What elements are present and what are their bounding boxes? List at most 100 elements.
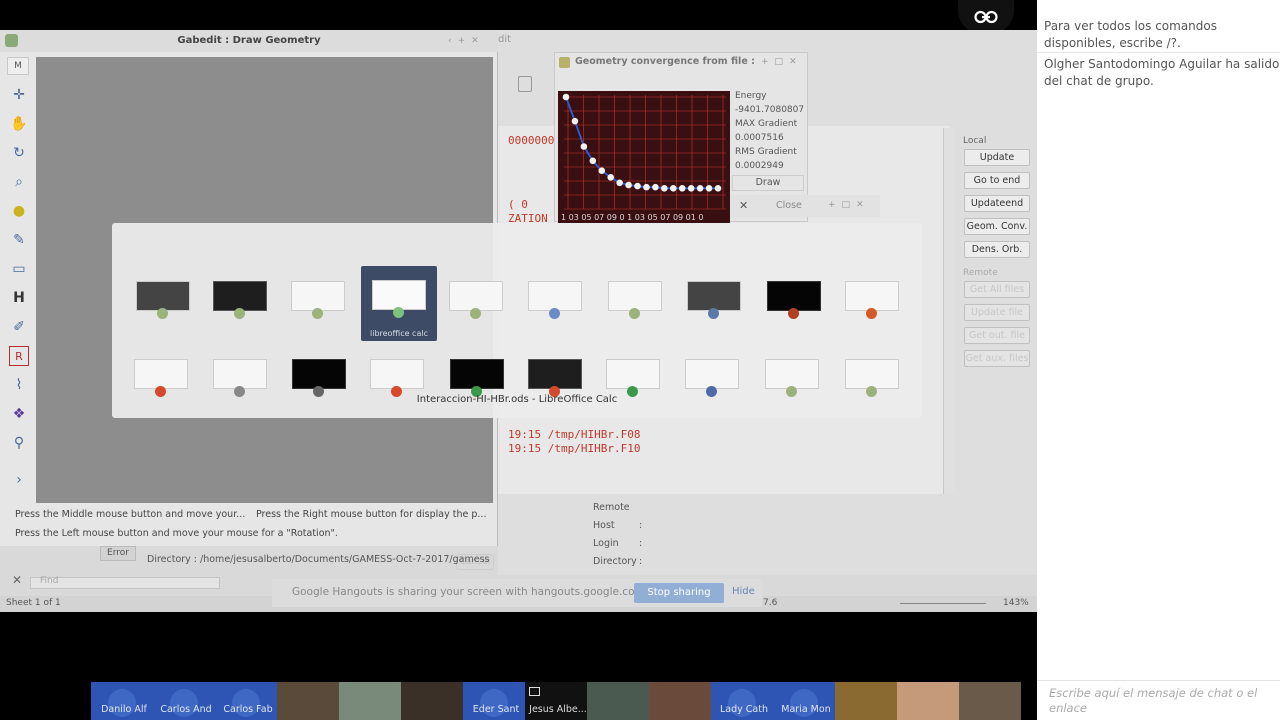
participant-tile[interactable] xyxy=(897,682,959,720)
local-button-updateend[interactable]: Updateend xyxy=(964,195,1030,212)
brush-icon[interactable]: ⌇ xyxy=(9,375,29,395)
stop-sharing-button[interactable]: Stop sharing xyxy=(634,583,724,603)
participant-tile[interactable] xyxy=(835,682,897,720)
window-thumbnail[interactable] xyxy=(370,359,424,389)
app-badge-icon xyxy=(866,308,877,319)
copy-link-button[interactable] xyxy=(958,0,1014,34)
local-button-go-to-end[interactable]: Go to end xyxy=(964,172,1030,189)
close-icon[interactable]: ✕ xyxy=(471,36,479,46)
minimize-icon[interactable]: ‹ xyxy=(448,36,452,46)
error-tab[interactable]: Error xyxy=(100,546,136,561)
convergence-point xyxy=(714,185,722,192)
pencil-icon[interactable]: ✎ xyxy=(9,230,29,250)
convergence-point xyxy=(696,185,704,192)
window-thumbnail[interactable] xyxy=(528,281,582,311)
job-control-panel: Local Update Go to end Updateend Geom. Conv… xyxy=(960,130,1034,490)
menu-button[interactable]: M xyxy=(7,57,29,75)
window-thumbnail[interactable] xyxy=(608,281,662,311)
local-button-update[interactable]: Update xyxy=(964,149,1030,166)
window-thumbnail[interactable] xyxy=(292,359,346,389)
window-title-fragment: dit xyxy=(498,34,512,45)
maximize-icon[interactable]: + xyxy=(458,36,466,46)
participant-tile[interactable]: Carlos Fab xyxy=(215,682,277,720)
close-icon[interactable]: ✕ xyxy=(789,57,797,67)
window-thumbnail[interactable] xyxy=(687,281,741,311)
window-controls: ‹ + ✕ xyxy=(448,36,479,46)
gabedit-app-icon xyxy=(5,34,18,47)
remote-button-get-all-files[interactable]: Get All files xyxy=(964,281,1030,298)
local-button-geom-conv[interactable]: Geom. Conv. xyxy=(964,218,1030,235)
find-placeholder: Find xyxy=(40,576,59,586)
close-x-icon[interactable]: ✕ xyxy=(739,199,748,212)
window-thumbnail[interactable] xyxy=(606,359,660,389)
close-button[interactable]: Close xyxy=(776,200,802,211)
zoom-slider[interactable] xyxy=(900,603,986,604)
app-badge-icon xyxy=(312,308,323,319)
draw-button[interactable]: Draw xyxy=(732,175,804,191)
convergence-point xyxy=(571,117,579,125)
convergence-point xyxy=(562,93,570,101)
participant-tile[interactable]: Carlos And xyxy=(153,682,215,720)
window-thumbnail[interactable] xyxy=(213,281,267,311)
participant-tile[interactable] xyxy=(277,682,339,720)
window-thumbnail[interactable] xyxy=(685,359,739,389)
window-thumbnail[interactable] xyxy=(845,281,899,311)
close-icon[interactable]: ✕ xyxy=(856,200,864,210)
window-thumbnail[interactable] xyxy=(528,359,582,389)
participant-tile[interactable] xyxy=(339,682,401,720)
window-thumbnail[interactable] xyxy=(136,281,190,311)
window-thumbnail[interactable] xyxy=(767,281,821,311)
chat-input[interactable]: Escribe aquí el mensaje de chat o el enl… xyxy=(1037,680,1280,720)
participant-tile[interactable]: Jesus Albe... xyxy=(525,682,587,720)
ruler-icon[interactable]: ▭ xyxy=(9,259,29,279)
window-thumbnail[interactable] xyxy=(213,359,267,389)
window-thumbnail[interactable] xyxy=(765,359,819,389)
minimize-icon[interactable]: + xyxy=(828,200,836,210)
window-thumbnail[interactable] xyxy=(449,281,503,311)
participant-tile[interactable]: Maria Mon xyxy=(773,682,835,720)
find-input[interactable] xyxy=(30,577,220,589)
hide-button[interactable]: Hide xyxy=(732,586,755,597)
move-icon[interactable]: ✛ xyxy=(9,85,29,105)
ring-icon[interactable]: R xyxy=(9,346,29,366)
edit-icon[interactable]: ✐ xyxy=(9,317,29,337)
participant-name: Jesus Albe... xyxy=(529,704,587,715)
participant-tile[interactable]: Eder Sant xyxy=(463,682,525,720)
remote-button-get-aux-files[interactable]: Get aux. files xyxy=(964,350,1030,367)
window-thumbnail[interactable] xyxy=(845,359,899,389)
rotate-icon[interactable]: ✋ xyxy=(9,114,29,134)
participant-tile[interactable]: Lady Cath xyxy=(711,682,773,720)
clipboard-icon[interactable] xyxy=(518,76,532,92)
select-icon[interactable]: ⚲ xyxy=(9,433,29,453)
participant-tile[interactable] xyxy=(649,682,711,720)
fragment-icon[interactable]: ❖ xyxy=(9,404,29,424)
convergence-point xyxy=(652,183,659,191)
window-thumbnail[interactable] xyxy=(134,359,188,389)
window-thumbnail[interactable] xyxy=(291,281,345,311)
local-button-dens-orb[interactable]: Dens. Orb. xyxy=(964,241,1030,258)
participant-tile[interactable] xyxy=(401,682,463,720)
maximize-icon[interactable]: □ xyxy=(842,200,851,210)
max-gradient-value: 0.0007516 xyxy=(735,133,784,143)
minimize-icon[interactable]: + xyxy=(761,57,769,67)
sheet-status: Sheet 1 of 1 xyxy=(6,598,61,608)
participant-tile[interactable] xyxy=(959,682,1021,720)
participant-tile[interactable]: Danilo Alf xyxy=(91,682,153,720)
window-thumbnail[interactable] xyxy=(450,359,504,389)
expand-arrow-icon[interactable]: › xyxy=(9,470,29,490)
shared-screen: dit 0000000( 0 ZATION 19:15 /tmp/HIHBr.F08… xyxy=(0,30,1037,612)
dialog-controls: + □ ✕ xyxy=(828,200,864,210)
close-find-icon[interactable]: ✕ xyxy=(12,573,22,587)
hydrogen-icon[interactable]: H xyxy=(9,288,29,308)
log-scrollbar[interactable] xyxy=(943,128,955,494)
participant-tile[interactable] xyxy=(587,682,649,720)
zoom-icon[interactable]: ⌕ xyxy=(9,172,29,192)
atom-icon[interactable]: ● xyxy=(9,201,29,221)
rotate-z-icon[interactable]: ↻ xyxy=(9,143,29,163)
convergence-plot: 1 03 05 07 09 0 1 03 05 07 09 01 0 xyxy=(558,91,730,223)
maximize-icon[interactable]: □ xyxy=(775,57,784,67)
remote-button-update-file[interactable]: Update file xyxy=(964,304,1030,321)
remote-button-get-out-file[interactable]: Get out. file xyxy=(964,327,1030,344)
rms-gradient-value: 0.0002949 xyxy=(735,161,784,171)
max-gradient-label: MAX Gradient xyxy=(735,119,798,129)
